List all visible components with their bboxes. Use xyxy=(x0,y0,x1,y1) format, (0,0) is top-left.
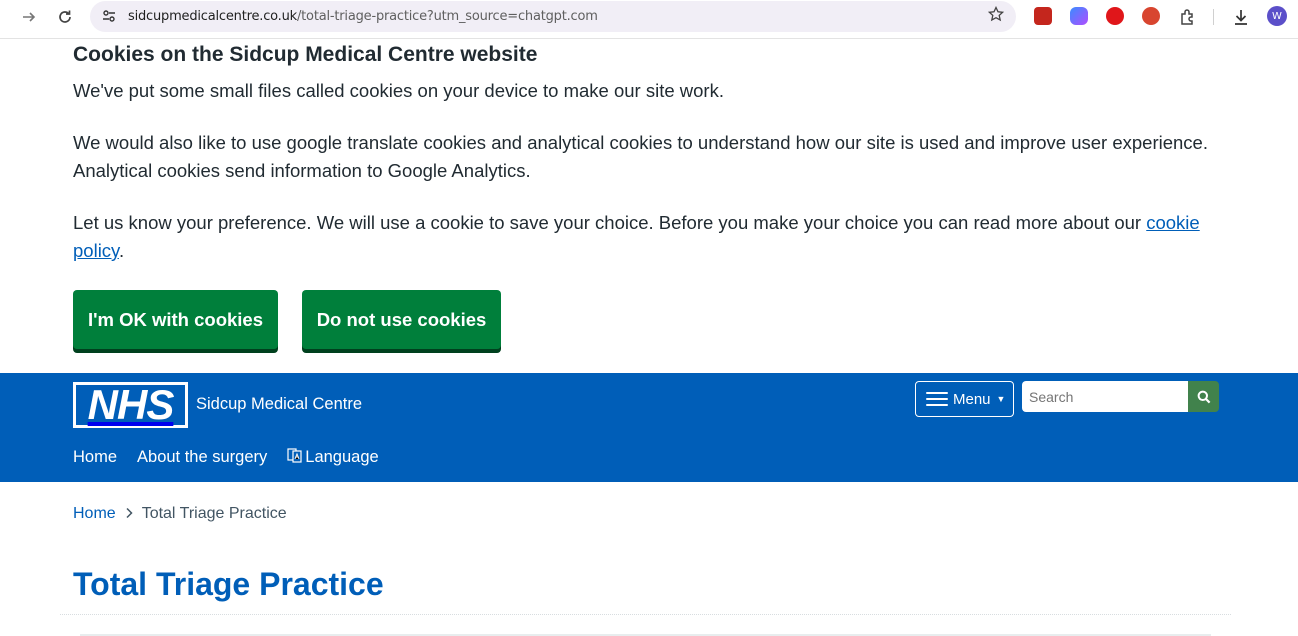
url-text[interactable]: sidcupmedicalcentre.co.uk/total-triage-p… xyxy=(128,9,598,24)
nav-about-the-surgery[interactable]: About the surgery xyxy=(137,448,267,467)
search-icon xyxy=(1197,390,1210,403)
address-bar[interactable]: sidcupmedicalcentre.co.uk/total-triage-p… xyxy=(90,1,1016,32)
breadcrumb: Home Total Triage Practice xyxy=(73,505,287,523)
extensions-puzzle-icon[interactable] xyxy=(1175,6,1201,28)
organisation-name[interactable]: Sidcup Medical Centre xyxy=(196,395,362,414)
hamburger-icon xyxy=(926,392,948,406)
reject-cookies-button[interactable]: Do not use cookies xyxy=(302,290,501,349)
cookie-paragraph-2: We would also like to use google transla… xyxy=(73,132,1208,181)
extension-tomato-icon[interactable] xyxy=(1142,7,1160,25)
nav-home[interactable]: Home xyxy=(73,448,117,467)
search-input[interactable] xyxy=(1022,381,1188,412)
extension-copilot-icon[interactable] xyxy=(1070,7,1088,25)
download-icon[interactable] xyxy=(1228,6,1254,28)
cookie-paragraph-1: We've put some small files called cookie… xyxy=(73,80,724,101)
menu-button[interactable]: Menu ▼ xyxy=(915,381,1014,417)
cookie-paragraph-3: Let us know your preference. We will use… xyxy=(73,209,1223,265)
browser-toolbar: sidcupmedicalcentre.co.uk/total-triage-p… xyxy=(0,0,1298,39)
url-host: sidcupmedicalcentre.co.uk xyxy=(128,9,297,24)
site-header: NHS Sidcup Medical Centre Menu ▼ Home Ab… xyxy=(0,373,1298,482)
profile-avatar[interactable]: W xyxy=(1267,6,1287,26)
toolbar-divider xyxy=(1213,9,1214,25)
accept-cookies-button[interactable]: I'm OK with cookies xyxy=(73,290,278,349)
nav-language-label: Language xyxy=(305,448,379,466)
cookie-banner-title: Cookies on the Sidcup Medical Centre web… xyxy=(73,43,538,66)
extension-adblock-icon[interactable] xyxy=(1106,7,1124,25)
star-icon[interactable] xyxy=(987,5,1005,27)
cookie-banner: Cookies on the Sidcup Medical Centre web… xyxy=(0,39,1298,373)
breadcrumb-home[interactable]: Home xyxy=(73,505,116,523)
menu-label: Menu xyxy=(953,390,991,408)
extension-video-icon[interactable] xyxy=(1034,7,1052,25)
arrow-forward-icon[interactable] xyxy=(16,6,42,28)
nav-language[interactable]: Language xyxy=(287,448,379,467)
url-path: /total-triage-practice?utm_source=chatgp… xyxy=(296,9,598,24)
chevron-right-icon xyxy=(125,507,133,522)
breadcrumb-current: Total Triage Practice xyxy=(141,505,287,522)
reload-icon[interactable] xyxy=(52,6,78,28)
nhs-logo[interactable]: NHS xyxy=(73,382,188,428)
caret-down-icon: ▼ xyxy=(996,394,1006,404)
section-divider xyxy=(60,614,1231,615)
search-button[interactable] xyxy=(1188,381,1219,412)
primary-nav: Home About the surgery Language xyxy=(73,448,379,467)
nhs-logo-text: NHS xyxy=(76,384,185,426)
cookie-paragraph-3-end: . xyxy=(118,240,125,261)
translate-icon xyxy=(287,448,302,467)
page-title: Total Triage Practice xyxy=(73,566,384,602)
cookie-paragraph-3-text: Let us know your preference. We will use… xyxy=(73,212,1147,233)
site-settings-icon[interactable] xyxy=(100,7,118,25)
